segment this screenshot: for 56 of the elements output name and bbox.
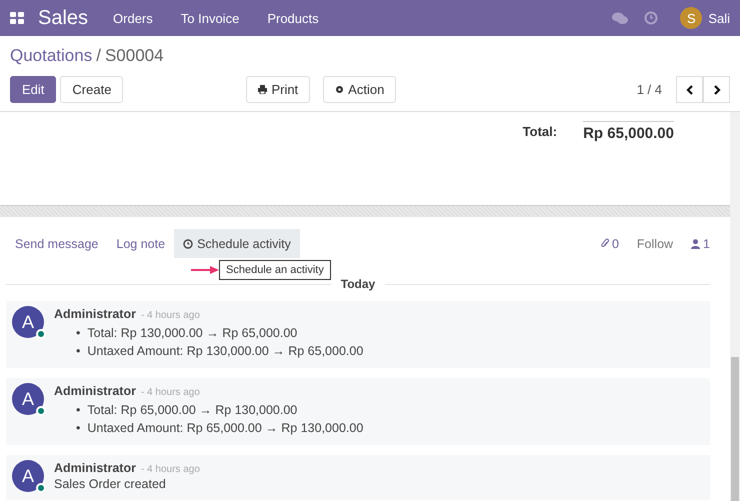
clock-icon [183,238,194,248]
next-button[interactable] [703,76,730,103]
change-line: Untaxed Amount: Rp 130,000.00 → Rp 65,000.00 [87,343,364,360]
user-name[interactable]: Sali [708,10,730,26]
followers-count[interactable]: 1 [691,236,710,250]
chatter-tab[interactable]: Schedule activity [174,229,300,258]
tooltip: Schedule an activity [219,260,331,280]
author-avatar: A [12,383,44,415]
arrow-drawing [191,266,219,274]
message-text: Sales Order created [54,477,167,491]
print-button[interactable]: Print [246,76,310,103]
message-author: Administrator [54,384,136,398]
apps-menu-icon[interactable] [10,12,24,24]
edit-button[interactable]: Edit [10,76,56,103]
chevron-right-icon [712,84,720,94]
attachment-count[interactable]: 0 [600,236,619,250]
total-label: Total: [522,124,558,141]
message-time: - 4 hours ago [140,387,200,398]
chevron-left-icon [686,84,694,94]
action-button[interactable]: Action [323,76,396,103]
previous-button[interactable] [676,76,703,103]
chatter-tab[interactable]: Send message [6,229,108,258]
author-avatar: A [12,460,44,492]
printer-icon [258,85,268,94]
bullet: • [76,343,80,360]
message-time: - 4 hours ago [140,310,200,321]
paperclip-icon [600,238,609,249]
total-value: Rp 65,000.00 [583,121,674,141]
gear-icon [335,85,344,94]
online-status-icon [36,406,46,416]
user-avatar[interactable]: S [680,7,702,29]
online-status-icon [36,483,46,493]
nav-menu-item[interactable]: To Invoice [180,10,240,26]
pager-counter: 1 / 4 [636,82,662,97]
app-title: Sales [38,6,88,30]
date-separator: Today [340,277,376,291]
breadcrumb-separator: / [96,46,101,66]
follow-link[interactable]: Follow [636,236,674,250]
change-line: Untaxed Amount: Rp 65,000.00 → Rp 130,000.00 [87,420,364,437]
message-time: - 4 hours ago [140,464,200,475]
change-line: Total: Rp 65,000.00 → Rp 130,000.00 [87,402,298,419]
bullet: • [76,325,80,342]
create-button[interactable]: Create [60,76,124,103]
message-author: Administrator [54,307,136,321]
breadcrumb-current: S00004 [104,46,164,66]
change-line: Total: Rp 130,000.00 → Rp 65,000.00 [87,325,298,342]
nav-menu-item[interactable]: Orders [113,10,153,26]
person-icon [691,238,700,248]
author-avatar: A [12,306,44,338]
online-status-icon [36,329,46,339]
nav-menu-item[interactable]: Products [267,10,319,26]
bullet: • [76,402,80,419]
breadcrumb-link[interactable]: Quotations [10,46,92,66]
chatter-tab[interactable]: Log note [107,229,174,258]
message-author: Administrator [54,461,136,475]
bullet: • [76,420,80,437]
